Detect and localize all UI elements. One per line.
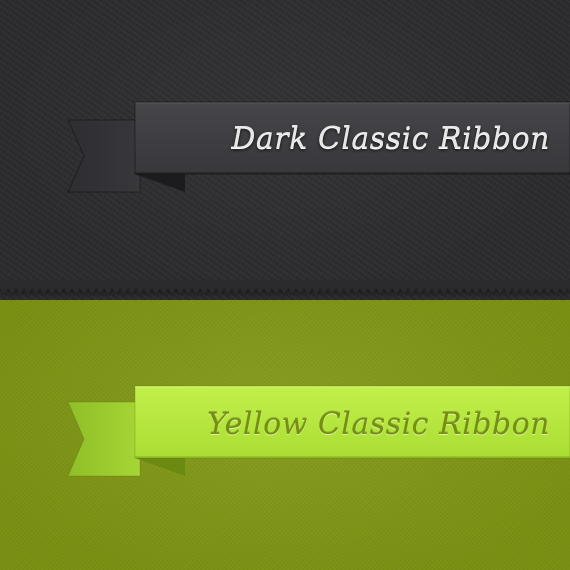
dark-ribbon-fold [135,174,185,192]
dark-classic-ribbon: Dark Classic Ribbon [0,92,570,202]
dark-ribbon-tail [67,119,141,193]
dark-ribbon-label: Dark Classic Ribbon [231,121,550,156]
zigzag-divider [0,280,570,294]
yellow-ribbon-label: Yellow Classic Ribbon [206,407,550,442]
yellow-ribbon-tail [67,401,141,477]
yellow-ribbon-fold [135,458,185,476]
yellow-classic-ribbon: Yellow Classic Ribbon [0,378,570,488]
